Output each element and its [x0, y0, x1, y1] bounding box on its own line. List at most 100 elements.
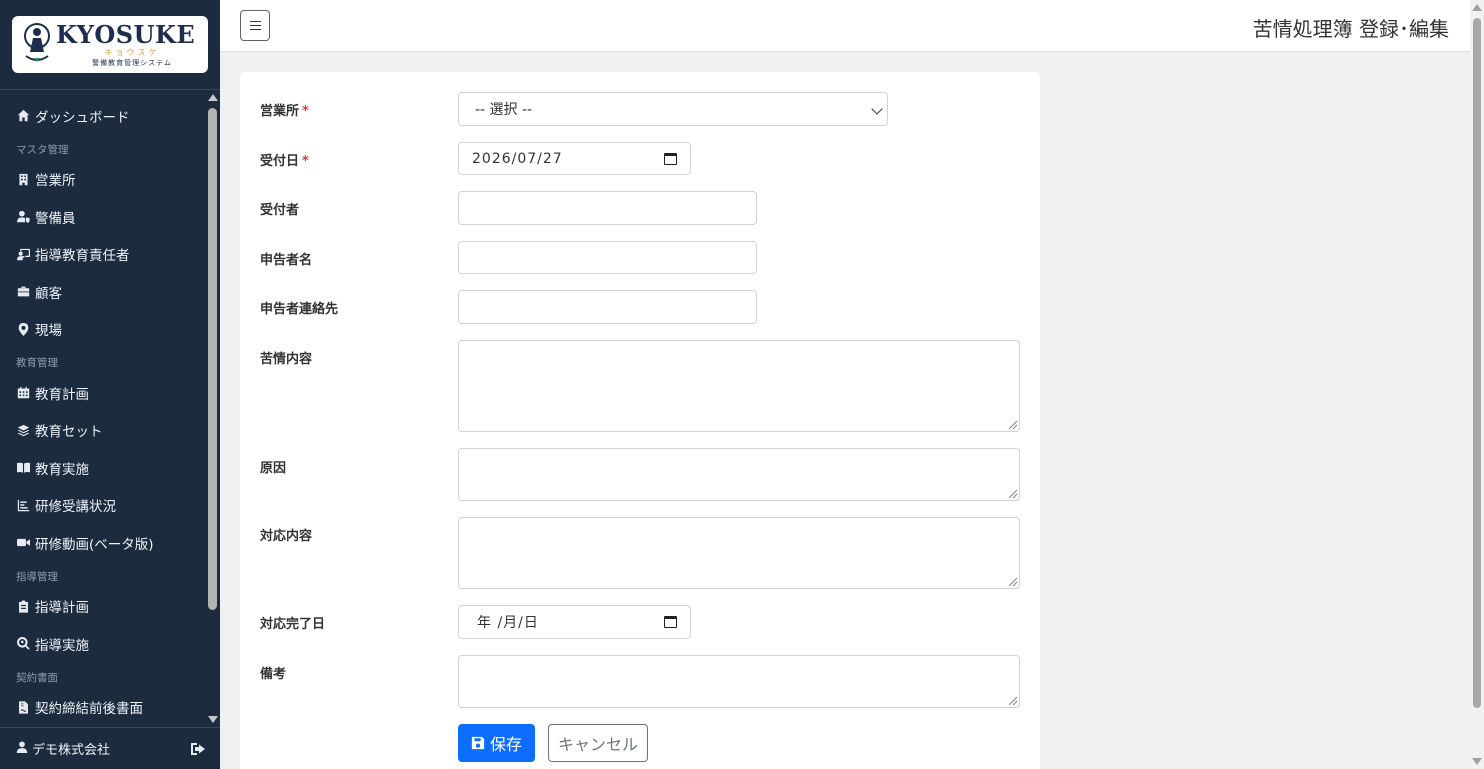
- sidebar-item-training-status[interactable]: 研修受講状況: [0, 487, 205, 525]
- cause-label: 原因: [260, 461, 287, 476]
- reporter-contact-label: 申告者連絡先: [260, 302, 339, 317]
- logo-area: KYOSUKE キョウスケ 警備教育管理システム: [0, 0, 220, 90]
- sidebar-scrollbar[interactable]: [205, 90, 220, 727]
- search-location-icon: [16, 637, 30, 651]
- sidebar-item-label: 警備員: [35, 210, 76, 227]
- complaint-label: 苦情内容: [260, 352, 313, 367]
- completion-date-input[interactable]: 年 /月/日: [458, 605, 691, 639]
- receiver-input[interactable]: [458, 191, 757, 225]
- reporter-contact-input[interactable]: [458, 290, 757, 324]
- page-scrollbar[interactable]: [1470, 0, 1484, 769]
- sidebar-item-label: 研修動画(ベータ版): [35, 536, 154, 553]
- sidebar-item-label: 指導計画: [35, 600, 89, 617]
- sidebar-item-guide-plan[interactable]: 指導計画: [0, 588, 205, 626]
- sidebar-item-label: 現場: [35, 323, 62, 340]
- sidebar-scroll-thumb[interactable]: [208, 108, 217, 610]
- section-contract: 契約書面: [16, 671, 58, 684]
- chalkboard-teacher-icon: [16, 247, 30, 261]
- sidebar-item-guards[interactable]: 警備員: [0, 198, 205, 236]
- sidebar-item-label: 営業所: [35, 173, 76, 190]
- sidebar-item-sites[interactable]: 現場: [0, 311, 205, 349]
- brand-logo[interactable]: KYOSUKE キョウスケ 警備教育管理システム: [12, 16, 208, 73]
- received-date-label: 受付日 *: [260, 150, 309, 169]
- received-date-input[interactable]: 2026/07/27: [458, 142, 691, 175]
- resize-grip-icon[interactable]: [1009, 421, 1017, 429]
- sidebar-item-label: 研修受講状況: [35, 499, 116, 516]
- reporter-name-input[interactable]: [458, 241, 757, 274]
- open-book-icon: [16, 461, 30, 475]
- top-header: 苦情処理簿 登録･編集: [220, 0, 1470, 52]
- file-contract-icon: [16, 700, 30, 714]
- response-textarea[interactable]: [458, 517, 1020, 589]
- resize-grip-icon[interactable]: [1009, 490, 1017, 498]
- page-scroll-down-icon[interactable]: [1472, 758, 1482, 765]
- reporter-name-label: 申告者名: [260, 253, 313, 268]
- bar-chart-icon: [16, 498, 30, 512]
- received-date-label-text: 受付日: [260, 154, 300, 169]
- sidebar-item-edu-set[interactable]: 教育セット: [0, 412, 205, 450]
- home-icon: [16, 109, 30, 123]
- office-select[interactable]: -- 選択 --: [458, 92, 888, 126]
- sidebar-item-label: 顧客: [35, 285, 62, 302]
- sidebar-item-edu-exec[interactable]: 教育実施: [0, 449, 205, 487]
- resize-grip-icon[interactable]: [1009, 578, 1017, 586]
- sidebar-item-label: 教育計画: [35, 386, 89, 403]
- scroll-up-arrow-icon[interactable]: [208, 94, 218, 101]
- save-button[interactable]: 保存: [458, 724, 535, 762]
- user-icon: [16, 741, 32, 757]
- page-title: 苦情処理簿 登録･編集: [1252, 17, 1449, 41]
- layers-icon: [16, 423, 30, 437]
- sidebar-item-label: 教育実施: [35, 461, 89, 478]
- office-label-text: 営業所: [260, 104, 300, 119]
- section-master: マスタ管理: [16, 143, 69, 156]
- sidebar-item-guide-exec[interactable]: 指導実施: [0, 625, 205, 663]
- video-camera-icon: [16, 536, 30, 550]
- scroll-down-arrow-icon[interactable]: [208, 716, 218, 723]
- sidebar-item-label: 契約締結前後書面: [35, 701, 143, 718]
- sidebar-item-customers[interactable]: 顧客: [0, 273, 205, 311]
- chevron-down-icon: [871, 103, 883, 115]
- page-scroll-up-icon[interactable]: [1472, 4, 1482, 11]
- section-guidance: 指導管理: [16, 570, 58, 583]
- sidebar-toggle-button[interactable]: [240, 10, 270, 41]
- sidebar-item-instructors[interactable]: 指導教育責任者: [0, 236, 205, 274]
- page-scroll-thumb[interactable]: [1473, 18, 1481, 708]
- sidebar-item-label: 教育セット: [35, 424, 103, 441]
- cause-textarea[interactable]: [458, 448, 1020, 501]
- notes-textarea[interactable]: [458, 655, 1020, 708]
- brand-kana: キョウスケ: [104, 48, 160, 57]
- calendar-picker-icon[interactable]: [664, 616, 677, 628]
- logout-icon[interactable]: [190, 741, 206, 757]
- sidebar-item-offices[interactable]: 営業所: [0, 161, 205, 199]
- sidebar-item-dashboard[interactable]: ダッシュボード: [0, 97, 205, 135]
- sidebar-item-training-video[interactable]: 研修動画(ベータ版): [0, 524, 205, 562]
- receiver-label: 受付者: [260, 203, 300, 218]
- sidebar: KYOSUKE キョウスケ 警備教育管理システム ダッシュボード マスタ管理 営…: [0, 0, 220, 769]
- sidebar-item-label: 指導実施: [35, 637, 89, 654]
- completion-date-value: 年 /月/日: [477, 615, 539, 631]
- clipboard-icon: [16, 599, 30, 613]
- office-select-value: -- 選択 --: [475, 102, 533, 118]
- floppy-disk-icon: [471, 736, 485, 750]
- notes-label: 備考: [260, 667, 287, 682]
- user-name[interactable]: デモ株式会社: [32, 739, 110, 758]
- save-button-label: 保存: [489, 735, 522, 754]
- section-education: 教育管理: [16, 357, 58, 369]
- cancel-button[interactable]: キャンセル: [548, 724, 648, 762]
- map-pin-icon: [16, 322, 30, 336]
- required-mark: *: [302, 104, 309, 119]
- resize-grip-icon[interactable]: [1009, 697, 1017, 705]
- sidebar-item-contract-docs[interactable]: 契約締結前後書面: [0, 689, 205, 727]
- complaint-textarea[interactable]: [458, 340, 1020, 432]
- brand-name: KYOSUKE: [56, 20, 196, 49]
- user-bar: デモ株式会社: [0, 727, 220, 769]
- sidebar-item-label: ダッシュボード: [35, 109, 130, 126]
- brand-tagline: 警備教育管理システム: [92, 59, 172, 67]
- calendar-picker-icon[interactable]: [664, 153, 677, 165]
- complaint-form-card: 営業所 * -- 選択 -- 受付日 * 2026/07/27 受付者 申告者名 申…: [240, 72, 1040, 769]
- user-shield-icon: [16, 210, 30, 224]
- sidebar-item-edu-plan[interactable]: 教育計画: [0, 374, 205, 412]
- hamburger-icon: [249, 21, 261, 30]
- sidebar-nav: ダッシュボード マスタ管理 営業所 警備員 指導教育責任者 顧客 現場 教育管理…: [0, 90, 205, 727]
- completion-date-label: 対応完了日: [260, 617, 326, 632]
